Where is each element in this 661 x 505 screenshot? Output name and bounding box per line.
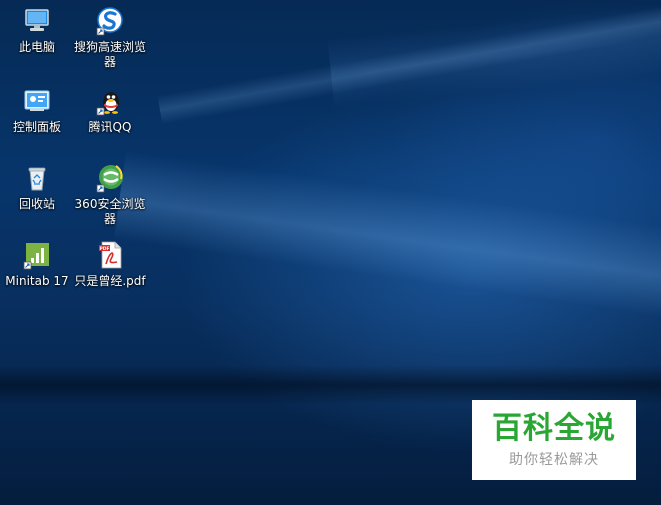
icon-label: 回收站 xyxy=(18,197,55,211)
minitab-icon xyxy=(23,243,49,270)
icon-label: 控制面板 xyxy=(12,120,61,134)
wallpaper-shadow xyxy=(0,365,661,405)
icon-label: 此电脑 xyxy=(18,40,55,54)
baike-watermark: 百科全说 助你轻松解决 xyxy=(472,400,636,480)
desktop-icon-360-browser[interactable]: 360安全浏览器 xyxy=(74,163,146,227)
desktop-icon-qq[interactable]: 腾讯QQ xyxy=(74,86,146,135)
recycle-bin-icon xyxy=(28,167,46,191)
computer-icon xyxy=(25,9,49,31)
wallpaper-light-beam xyxy=(327,1,661,109)
desktop-icon-sogou-browser[interactable]: 搜狗高速浏览器 xyxy=(74,6,146,70)
sogou-browser-icon xyxy=(96,7,123,36)
icon-label: 只是曾经.pdf xyxy=(74,274,146,288)
360-browser-icon xyxy=(96,165,123,193)
desktop-icon-control-panel[interactable]: 控制面板 xyxy=(1,86,73,135)
icon-label: 360安全浏览器 xyxy=(74,197,146,226)
wallpaper-light-beam xyxy=(113,150,661,337)
icon-label: 腾讯QQ xyxy=(88,120,132,134)
pdf-file-icon: PDF xyxy=(99,241,122,269)
desktop-icon-pdf-file[interactable]: PDF 只是曾经.pdf xyxy=(74,240,146,289)
desktop-icon-this-pc[interactable]: 此电脑 xyxy=(1,6,73,55)
desktop-icon-minitab[interactable]: Minitab 17 xyxy=(1,240,73,289)
svg-text:PDF: PDF xyxy=(99,246,109,252)
watermark-title: 百科全说 xyxy=(492,411,616,446)
desktop-icon-recycle-bin[interactable]: 回收站 xyxy=(1,163,73,212)
icon-label: 搜狗高速浏览器 xyxy=(74,40,147,69)
wallpaper-light-beam xyxy=(157,0,661,125)
icon-label: Minitab 17 xyxy=(5,274,69,288)
control-panel-icon xyxy=(24,90,50,111)
watermark-subtitle: 助你轻松解决 xyxy=(509,452,599,468)
qq-penguin-icon xyxy=(96,92,119,116)
desktop[interactable]: 此电脑 搜狗高速浏览器 控制面板 腾讯QQ 回收站 360安全浏览器 Minit… xyxy=(0,0,661,505)
